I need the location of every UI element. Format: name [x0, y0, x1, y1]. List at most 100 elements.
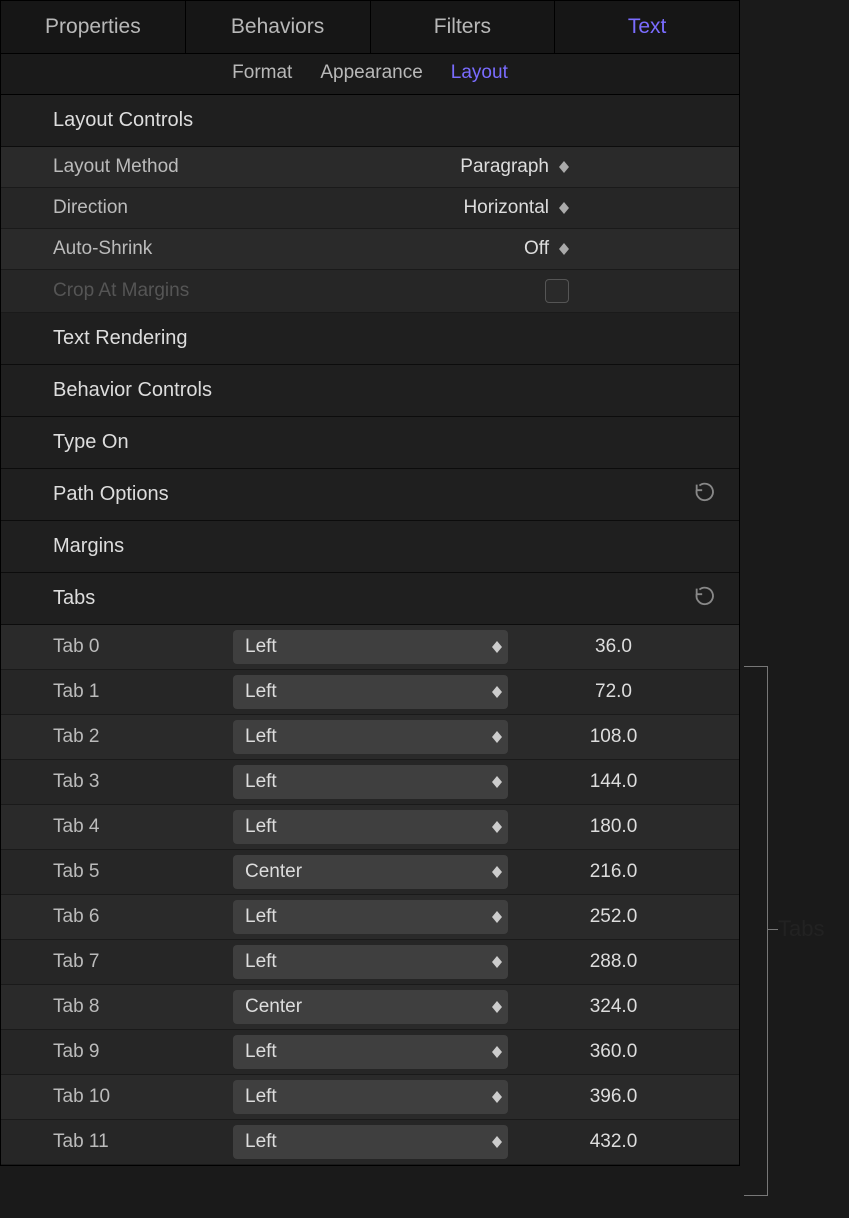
row-crop-at-margins: Crop At Margins: [1, 270, 739, 313]
tabs-list: Tab 0Left36.0Tab 1Left72.0Tab 2Left108.0…: [1, 625, 739, 1165]
tab-label: Tab 10: [53, 1086, 233, 1108]
tab-position-value[interactable]: 72.0: [508, 681, 739, 703]
tab-align-select[interactable]: Left: [233, 720, 508, 754]
tab-row: Tab 11Left432.0: [1, 1120, 739, 1165]
value-direction[interactable]: Horizontal: [463, 197, 549, 219]
tab-properties[interactable]: Properties: [1, 1, 186, 53]
chevron-updown-icon: [492, 686, 502, 698]
tab-text[interactable]: Text: [555, 1, 739, 53]
label-crop-at-margins: Crop At Margins: [53, 280, 303, 302]
tab-position-value[interactable]: 108.0: [508, 726, 739, 748]
select-value: Left: [245, 1086, 277, 1108]
annotation-label: Tabs: [778, 916, 824, 942]
value-auto-shrink[interactable]: Off: [524, 238, 549, 260]
tab-label: Tab 1: [53, 681, 233, 703]
tab-behaviors[interactable]: Behaviors: [186, 1, 371, 53]
chevron-updown-icon: [492, 1046, 502, 1058]
tab-row: Tab 8 Center 324.0: [1, 985, 739, 1030]
section-type-on[interactable]: Type On: [1, 417, 739, 469]
section-text-rendering[interactable]: Text Rendering: [1, 313, 739, 365]
tab-filters[interactable]: Filters: [371, 1, 556, 53]
tab-row: Tab 9Left360.0: [1, 1030, 739, 1075]
chevron-updown-icon: [492, 956, 502, 968]
row-layout-method: Layout Method Paragraph: [1, 147, 739, 188]
chevron-updown-icon: [492, 911, 502, 923]
tab-label: Tab 8: [53, 996, 233, 1018]
tab-position-value[interactable]: 144.0: [508, 771, 739, 793]
tab-row: Tab 0 Left 36.0: [1, 625, 739, 670]
reset-icon[interactable]: [693, 585, 715, 613]
tab-position-value[interactable]: 180.0: [508, 816, 739, 838]
chevron-updown-icon: [492, 731, 502, 743]
tab-position-value[interactable]: 288.0: [508, 951, 739, 973]
label-layout-method: Layout Method: [53, 156, 303, 178]
checkbox-crop-at-margins[interactable]: [545, 279, 569, 303]
tab-align-select[interactable]: Left: [233, 900, 508, 934]
tab-row: Tab 3Left144.0: [1, 760, 739, 805]
select-value: Left: [245, 636, 277, 658]
label-direction: Direction: [53, 197, 303, 219]
stepper-icon[interactable]: [559, 243, 569, 255]
label-auto-shrink: Auto-Shrink: [53, 238, 303, 260]
tab-row: Tab 10 Left 396.0: [1, 1075, 739, 1120]
tab-row: Tab 5Center216.0: [1, 850, 739, 895]
subtab-layout[interactable]: Layout: [451, 62, 508, 84]
select-value: Center: [245, 996, 302, 1018]
main-tab-bar: Properties Behaviors Filters Text: [1, 1, 739, 54]
select-value: Left: [245, 816, 277, 838]
chevron-updown-icon: [492, 1001, 502, 1013]
value-layout-method[interactable]: Paragraph: [460, 156, 549, 178]
tab-label: Tab 6: [53, 906, 233, 928]
reset-icon[interactable]: [693, 481, 715, 509]
chevron-updown-icon: [492, 866, 502, 878]
tab-position-value[interactable]: 252.0: [508, 906, 739, 928]
select-value: Center: [245, 861, 302, 883]
section-layout-controls[interactable]: Layout Controls: [1, 95, 739, 147]
tab-align-select[interactable]: Left: [233, 1125, 508, 1159]
tab-row: Tab 2Left108.0: [1, 715, 739, 760]
tab-label: Tab 0: [53, 636, 233, 658]
tab-position-value[interactable]: 36.0: [508, 636, 739, 658]
tab-position-value[interactable]: 432.0: [508, 1131, 739, 1153]
row-direction: Direction Horizontal: [1, 188, 739, 229]
tab-align-select[interactable]: Left: [233, 945, 508, 979]
chevron-updown-icon: [492, 1091, 502, 1103]
subtab-appearance[interactable]: Appearance: [320, 62, 422, 84]
tab-position-value[interactable]: 216.0: [508, 861, 739, 883]
stepper-icon[interactable]: [559, 161, 569, 173]
tab-align-select[interactable]: Left: [233, 810, 508, 844]
tab-row: Tab 1 Left 72.0: [1, 670, 739, 715]
tab-position-value[interactable]: 360.0: [508, 1041, 739, 1063]
tab-label: Tab 7: [53, 951, 233, 973]
select-value: Left: [245, 771, 277, 793]
select-value: Left: [245, 681, 277, 703]
tab-row: Tab 6 Left 252.0: [1, 895, 739, 940]
tab-align-select[interactable]: Left: [233, 675, 508, 709]
tab-position-value[interactable]: 396.0: [508, 1086, 739, 1108]
chevron-updown-icon: [492, 821, 502, 833]
section-path-options[interactable]: Path Options: [1, 469, 739, 521]
tab-label: Tab 11: [53, 1131, 233, 1153]
select-value: Left: [245, 951, 277, 973]
inspector-panel: Properties Behaviors Filters Text Format…: [0, 0, 740, 1166]
tab-align-select[interactable]: Left: [233, 630, 508, 664]
select-value: Left: [245, 906, 277, 928]
tab-row: Tab 4 Left 180.0: [1, 805, 739, 850]
chevron-updown-icon: [492, 1136, 502, 1148]
chevron-updown-icon: [492, 776, 502, 788]
tab-align-select[interactable]: Center: [233, 855, 508, 889]
section-behavior-controls[interactable]: Behavior Controls: [1, 365, 739, 417]
tab-align-select[interactable]: Left: [233, 765, 508, 799]
annotation-bracket: [744, 666, 768, 1196]
section-tabs[interactable]: Tabs: [1, 573, 739, 625]
annotation-bracket: [768, 929, 778, 930]
tab-align-select[interactable]: Center: [233, 990, 508, 1024]
tab-align-select[interactable]: Left: [233, 1080, 508, 1114]
tab-label: Tab 4: [53, 816, 233, 838]
subtab-format[interactable]: Format: [232, 62, 292, 84]
tab-align-select[interactable]: Left: [233, 1035, 508, 1069]
stepper-icon[interactable]: [559, 202, 569, 214]
section-margins[interactable]: Margins: [1, 521, 739, 573]
tab-position-value[interactable]: 324.0: [508, 996, 739, 1018]
chevron-updown-icon: [492, 641, 502, 653]
